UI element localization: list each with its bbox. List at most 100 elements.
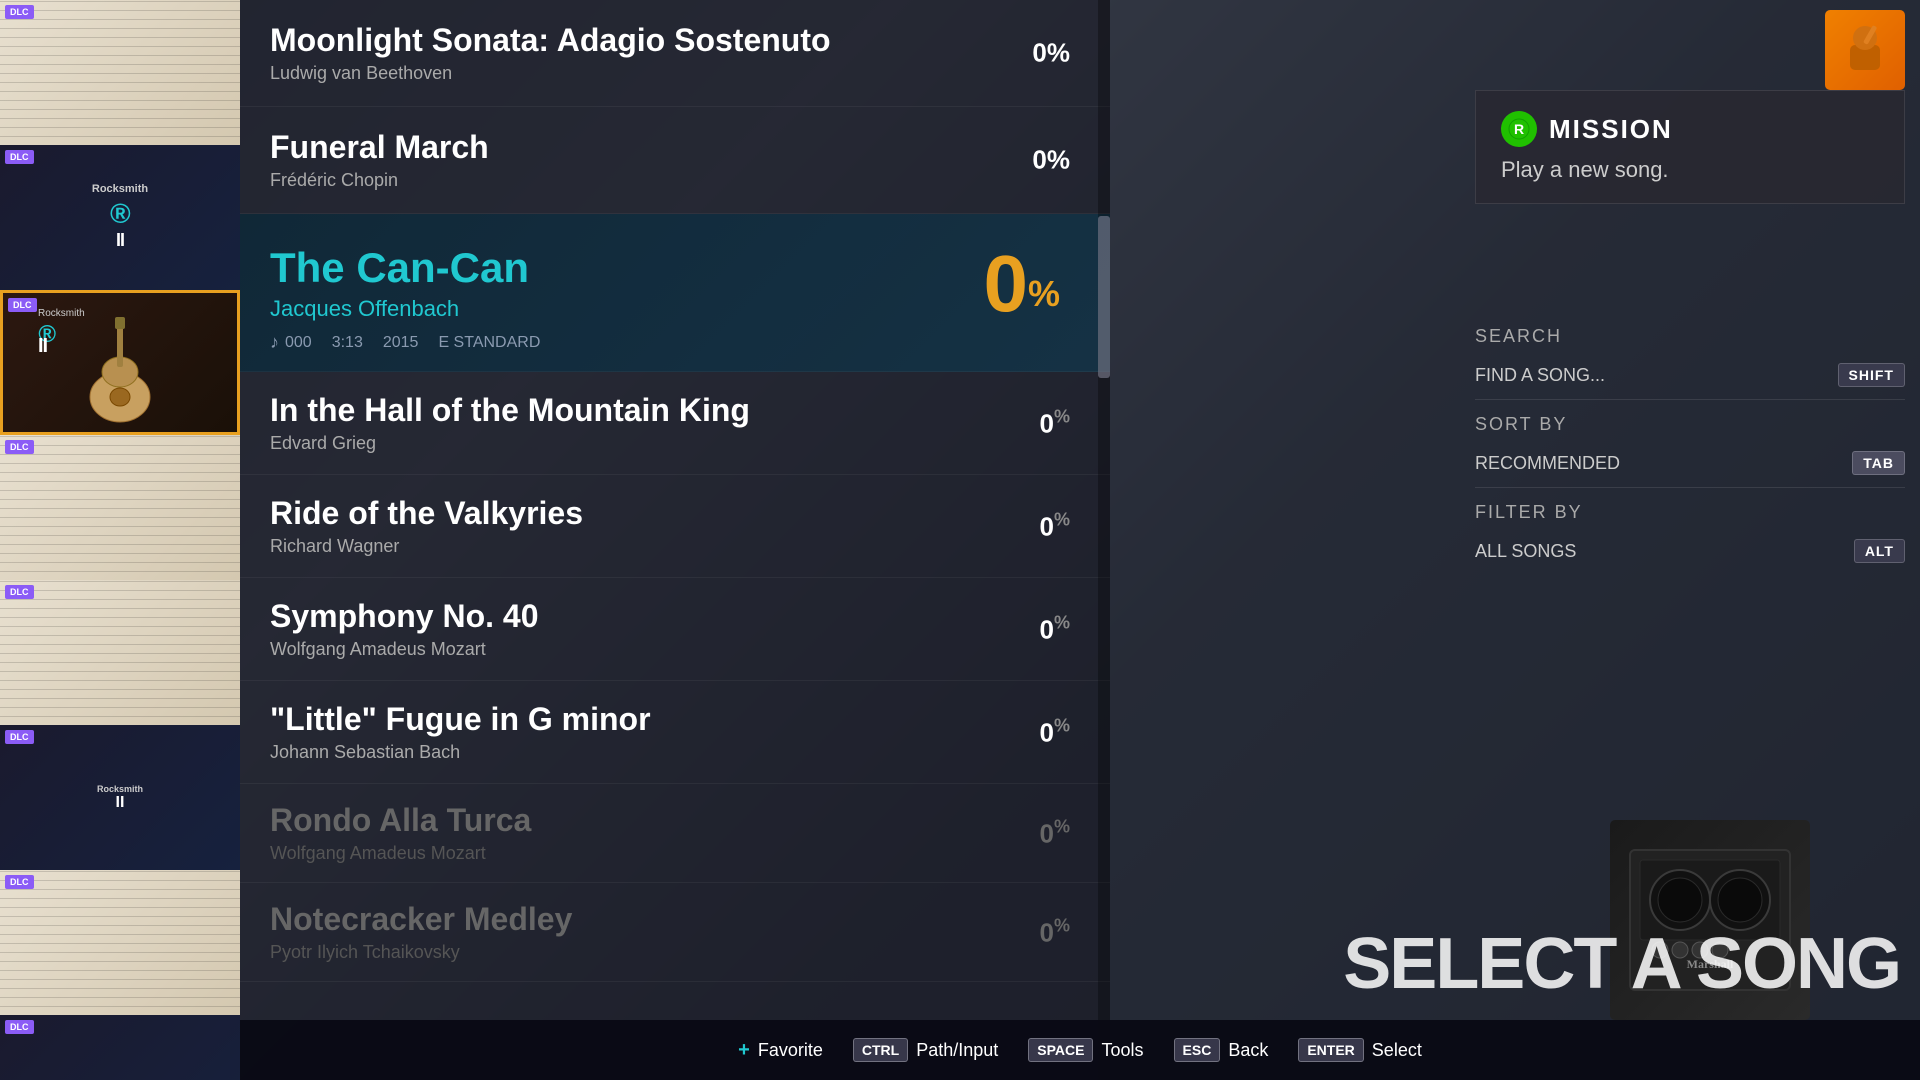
filter-section: FILTER BY ALL SONGS ALT bbox=[1475, 496, 1905, 567]
song-title-active: The Can-Can bbox=[270, 244, 1080, 292]
active-percent: 0 % bbox=[983, 244, 1060, 324]
song-percent: 0% bbox=[1040, 716, 1070, 749]
divider bbox=[1475, 399, 1905, 400]
song-item[interactable]: Ride of the Valkyries Richard Wagner 0% bbox=[240, 475, 1110, 578]
tools-key: SPACE bbox=[1028, 1038, 1093, 1062]
song-percent: 0% bbox=[1032, 38, 1070, 69]
dlc-badge: DLC bbox=[8, 298, 37, 312]
search-section: SEARCH FIND A SONG... SHIFT bbox=[1475, 320, 1905, 391]
mission-popup: R MISSION Play a new song. bbox=[1475, 90, 1905, 204]
album-art: DLC bbox=[0, 435, 240, 580]
song-artist: Wolfgang Amadeus Mozart bbox=[270, 639, 1080, 660]
filter-label: FILTER BY bbox=[1475, 496, 1905, 529]
dlc-badge: DLC bbox=[5, 585, 34, 599]
recommended-row[interactable]: RECOMMENDED TAB bbox=[1475, 447, 1905, 479]
sidebar-controls: SEARCH FIND A SONG... SHIFT SORT BY RECO… bbox=[1475, 320, 1905, 575]
album-item[interactable]: DLC bbox=[0, 0, 240, 145]
favorite-action: + Favorite bbox=[738, 1039, 823, 1062]
song-percent: 0% bbox=[1040, 916, 1070, 949]
song-percent: 0% bbox=[1040, 613, 1070, 646]
tuning-indicator: E STANDARD bbox=[438, 334, 540, 352]
song-percent: 0% bbox=[1032, 145, 1070, 176]
song-item[interactable]: Moonlight Sonata: Adagio Sostenuto Ludwi… bbox=[240, 0, 1110, 107]
recommended-key: TAB bbox=[1852, 451, 1905, 475]
song-title: Rondo Alla Turca bbox=[270, 802, 1080, 839]
select-action: ENTER Select bbox=[1298, 1038, 1421, 1062]
album-item[interactable]: DLC bbox=[0, 870, 240, 1015]
all-songs-row[interactable]: ALL SONGS ALT bbox=[1475, 535, 1905, 567]
favorite-icon: + bbox=[738, 1039, 750, 1062]
year-indicator: 2015 bbox=[383, 334, 419, 352]
tools-action: SPACE Tools bbox=[1028, 1038, 1143, 1062]
dlc-badge: DLC bbox=[5, 440, 34, 454]
dlc-badge: DLC bbox=[5, 5, 34, 19]
song-item[interactable]: Funeral March Frédéric Chopin 0% bbox=[240, 107, 1110, 214]
song-title: Ride of the Valkyries bbox=[270, 495, 1080, 532]
all-songs-label: ALL SONGS bbox=[1475, 541, 1576, 562]
mission-text: Play a new song. bbox=[1501, 157, 1879, 183]
album-item[interactable]: DLC Rocksmith II bbox=[0, 725, 240, 870]
scrollbar-thumb[interactable] bbox=[1098, 216, 1110, 378]
scrollbar[interactable] bbox=[1098, 0, 1110, 1080]
tools-label: Tools bbox=[1101, 1040, 1143, 1061]
album-item[interactable]: DLC II bbox=[0, 1015, 240, 1080]
song-artist: Richard Wagner bbox=[270, 536, 1080, 557]
back-label: Back bbox=[1228, 1040, 1268, 1061]
album-art: DLC Rocksmith II bbox=[0, 725, 240, 870]
right-panel: R MISSION Play a new song. SEARCH FIND A… bbox=[1110, 0, 1920, 1080]
notes-indicator: ♪ 000 bbox=[270, 332, 312, 353]
song-artist: Frédéric Chopin bbox=[270, 170, 1080, 191]
divider bbox=[1475, 487, 1905, 488]
song-title: Symphony No. 40 bbox=[270, 598, 1080, 635]
path-input-action: CTRL Path/Input bbox=[853, 1038, 998, 1062]
recommended-label: RECOMMENDED bbox=[1475, 453, 1620, 474]
song-list-panel: Moonlight Sonata: Adagio Sostenuto Ludwi… bbox=[240, 0, 1110, 1080]
song-artist: Wolfgang Amadeus Mozart bbox=[270, 843, 1080, 864]
select-key: ENTER bbox=[1298, 1038, 1363, 1062]
svg-text:R: R bbox=[1514, 121, 1524, 137]
sort-label: SORT BY bbox=[1475, 408, 1905, 441]
song-title: "Little" Fugue in G minor bbox=[270, 701, 1080, 738]
song-item[interactable]: Rondo Alla Turca Wolfgang Amadeus Mozart… bbox=[240, 784, 1110, 883]
song-title: Funeral March bbox=[270, 129, 1080, 166]
song-artist: Pyotr Ilyich Tchaikovsky bbox=[270, 942, 1080, 963]
select-song-text: SELECT A SONG bbox=[1343, 928, 1900, 1000]
album-art: DLC bbox=[0, 580, 240, 725]
song-artist: Edvard Grieg bbox=[270, 433, 1080, 454]
song-item[interactable]: Symphony No. 40 Wolfgang Amadeus Mozart … bbox=[240, 578, 1110, 681]
album-item-selected[interactable]: DLC Rocksmith ® II bbox=[0, 290, 240, 435]
album-art: DLC Rocksmith ® II bbox=[0, 145, 240, 290]
mission-title: MISSION bbox=[1549, 114, 1673, 145]
song-title: In the Hall of the Mountain King bbox=[270, 392, 1080, 429]
dlc-badge: DLC bbox=[5, 875, 34, 889]
back-key: ESC bbox=[1174, 1038, 1221, 1062]
find-song-label: FIND A SONG... bbox=[1475, 365, 1605, 386]
song-artist: Johann Sebastian Bach bbox=[270, 742, 1080, 763]
album-art: DLC bbox=[0, 0, 240, 145]
song-item[interactable]: Notecracker Medley Pyotr Ilyich Tchaikov… bbox=[240, 883, 1110, 982]
song-title: Moonlight Sonata: Adagio Sostenuto bbox=[270, 22, 1080, 59]
album-item[interactable]: DLC bbox=[0, 580, 240, 725]
song-artist: Ludwig van Beethoven bbox=[270, 63, 1080, 84]
back-action: ESC Back bbox=[1174, 1038, 1269, 1062]
song-artist-active: Jacques Offenbach bbox=[270, 296, 1080, 322]
all-songs-key: ALT bbox=[1854, 539, 1905, 563]
select-label: Select bbox=[1372, 1040, 1422, 1061]
album-art-panel: DLC DLC Rocksmith ® II DLC Rocksmith ® I… bbox=[0, 0, 240, 1080]
path-key: CTRL bbox=[853, 1038, 908, 1062]
song-percent: 0% bbox=[1040, 817, 1070, 850]
find-song-key: SHIFT bbox=[1838, 363, 1905, 387]
find-song-row[interactable]: FIND A SONG... SHIFT bbox=[1475, 359, 1905, 391]
mission-header: R MISSION bbox=[1501, 111, 1879, 147]
song-item[interactable]: "Little" Fugue in G minor Johann Sebasti… bbox=[240, 681, 1110, 784]
song-item[interactable]: In the Hall of the Mountain King Edvard … bbox=[240, 372, 1110, 475]
favorite-label: Favorite bbox=[758, 1040, 823, 1061]
song-meta: ♪ 000 3:13 2015 E STANDARD bbox=[270, 332, 1080, 353]
song-item-active[interactable]: The Can-Can Jacques Offenbach ♪ 000 3:13… bbox=[240, 214, 1110, 372]
album-item[interactable]: DLC Rocksmith ® II bbox=[0, 145, 240, 290]
song-percent: 0% bbox=[1040, 407, 1070, 440]
album-art: DLC bbox=[0, 870, 240, 1015]
sort-section: SORT BY RECOMMENDED TAB bbox=[1475, 408, 1905, 479]
album-item[interactable]: DLC bbox=[0, 435, 240, 580]
player-icon bbox=[1825, 10, 1905, 90]
